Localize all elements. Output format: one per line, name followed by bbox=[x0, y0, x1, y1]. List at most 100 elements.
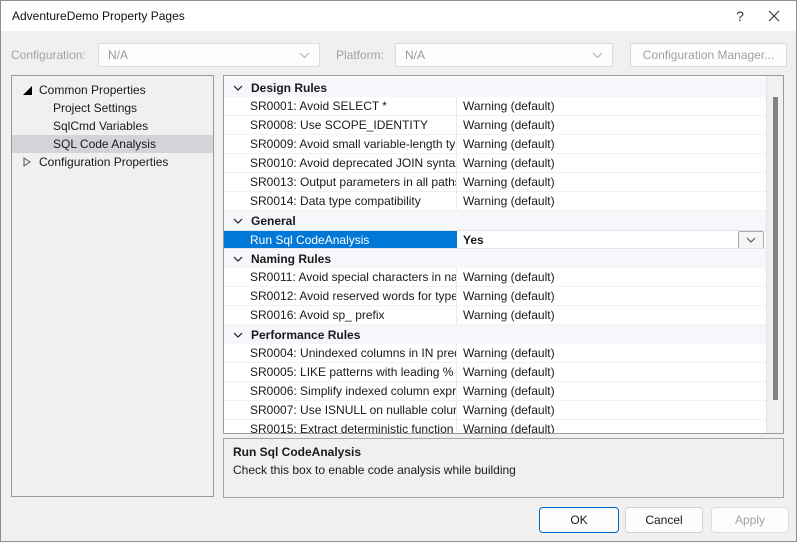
tree-collapsed-icon[interactable] bbox=[21, 156, 33, 168]
configuration-select[interactable]: N/A bbox=[98, 43, 320, 67]
property-value: Yes bbox=[457, 231, 767, 248]
property-row-sr0015-extract-deterministic-function-ca[interactable]: SR0015: Extract deterministic function c… bbox=[224, 420, 767, 434]
cancel-button-label: Cancel bbox=[645, 513, 682, 527]
property-name: SR0004: Unindexed columns in IN predic bbox=[224, 344, 457, 362]
property-grid: Design RulesSR0001: Avoid SELECT * Warnin… bbox=[223, 75, 784, 434]
ok-button[interactable]: OK bbox=[539, 507, 619, 533]
property-value-text: Warning (default) bbox=[463, 194, 555, 208]
ok-button-label: OK bbox=[570, 513, 587, 527]
tree-item-common-properties[interactable]: Common Properties bbox=[12, 81, 213, 99]
property-value: Warning (default) bbox=[457, 363, 767, 381]
platform-select[interactable]: N/A bbox=[395, 43, 613, 67]
property-row-sr0001-avoid-select[interactable]: SR0001: Avoid SELECT * Warning (default) bbox=[224, 97, 767, 116]
property-name: SR0009: Avoid small variable-length typ bbox=[224, 135, 457, 153]
property-value: Warning (default) bbox=[457, 192, 767, 210]
configuration-label: Configuration: bbox=[11, 48, 86, 62]
chevron-down-icon bbox=[299, 52, 310, 59]
property-value-text: Warning (default) bbox=[463, 175, 555, 189]
property-value-text: Warning (default) bbox=[463, 365, 555, 379]
property-value-text: Warning (default) bbox=[463, 99, 555, 113]
property-value-text: Warning (default) bbox=[463, 422, 555, 434]
property-pages-dialog: AdventureDemo Property Pages ? Configura… bbox=[0, 0, 797, 542]
window-title: AdventureDemo Property Pages bbox=[12, 9, 185, 23]
chevron-down-icon bbox=[746, 237, 756, 243]
chevron-down-icon[interactable] bbox=[232, 256, 244, 262]
configuration-value: N/A bbox=[108, 48, 128, 62]
titlebar: AdventureDemo Property Pages ? bbox=[1, 1, 796, 31]
property-value-text: Warning (default) bbox=[463, 270, 555, 284]
property-name: Run Sql CodeAnalysis bbox=[224, 231, 457, 248]
property-value: Warning (default) bbox=[457, 97, 767, 115]
property-name: SR0006: Simplify indexed column expres bbox=[224, 382, 457, 400]
chevron-down-icon[interactable] bbox=[232, 85, 244, 91]
tree-item-project-settings[interactable]: Project Settings bbox=[12, 99, 213, 117]
property-row-sr0004-unindexed-columns-in-in-predic[interactable]: SR0004: Unindexed columns in IN predic Wa… bbox=[224, 344, 767, 363]
property-name: SR0008: Use SCOPE_IDENTITY bbox=[224, 116, 457, 134]
tree-item-label: Configuration Properties bbox=[39, 155, 168, 169]
property-value: Warning (default) bbox=[457, 420, 767, 434]
value-dropdown-button[interactable] bbox=[738, 231, 764, 248]
category-tree: Common Properties Project Settings SqlCmd … bbox=[11, 75, 214, 497]
property-row-sr0012-avoid-reserved-words-for-type-n[interactable]: SR0012: Avoid reserved words for type n W… bbox=[224, 287, 767, 306]
property-row-sr0005-like-patterns-with-leading[interactable]: SR0005: LIKE patterns with leading % Warn… bbox=[224, 363, 767, 382]
property-value-text: Warning (default) bbox=[463, 308, 555, 322]
tree-item-label: Project Settings bbox=[53, 101, 137, 115]
property-value: Warning (default) bbox=[457, 173, 767, 191]
group-header-label: Naming Rules bbox=[251, 252, 331, 266]
apply-button[interactable]: Apply bbox=[711, 507, 789, 533]
property-name: SR0005: LIKE patterns with leading % bbox=[224, 363, 457, 381]
group-header-label: Performance Rules bbox=[251, 328, 360, 342]
property-row-sr0013-output-parameters-in-all-paths[interactable]: SR0013: Output parameters in all paths Wa… bbox=[224, 173, 767, 192]
property-row-sr0010-avoid-deprecated-join-syntax[interactable]: SR0010: Avoid deprecated JOIN syntaxWarn… bbox=[224, 154, 767, 173]
property-row-sr0011-avoid-special-characters-in-nam[interactable]: SR0011: Avoid special characters in nam W… bbox=[224, 268, 767, 287]
close-button[interactable] bbox=[758, 4, 790, 28]
grid-scrollbar[interactable] bbox=[766, 76, 783, 433]
property-name: SR0016: Avoid sp_ prefix bbox=[224, 306, 457, 324]
property-value: Warning (default) bbox=[457, 268, 767, 286]
group-header-label: General bbox=[251, 214, 296, 228]
property-value-text: Warning (default) bbox=[463, 137, 555, 151]
chevron-down-icon[interactable] bbox=[232, 218, 244, 224]
property-value: Warning (default) bbox=[457, 401, 767, 419]
tree-item-configuration-properties[interactable]: Configuration Properties bbox=[12, 153, 213, 171]
group-header-general[interactable]: General bbox=[224, 211, 767, 230]
property-row-sr0006-simplify-indexed-column-expres[interactable]: SR0006: Simplify indexed column expresWa… bbox=[224, 382, 767, 401]
property-value-text: Warning (default) bbox=[463, 289, 555, 303]
tree-item-sqlcmd-variables[interactable]: SqlCmd Variables bbox=[12, 117, 213, 135]
configuration-manager-button[interactable]: Configuration Manager... bbox=[630, 43, 787, 67]
property-row-sr0007-use-isnull-on-nullable-column[interactable]: SR0007: Use ISNULL on nullable columnWar… bbox=[224, 401, 767, 420]
property-value-text: Warning (default) bbox=[463, 346, 555, 360]
cancel-button[interactable]: Cancel bbox=[625, 507, 703, 533]
property-value: Warning (default) bbox=[457, 344, 767, 362]
property-row-run-sql-codeanalysis[interactable]: Run Sql CodeAnalysis Yes bbox=[224, 230, 767, 249]
description-title: Run Sql CodeAnalysis bbox=[233, 445, 774, 459]
tree-expanded-icon[interactable] bbox=[21, 84, 33, 96]
property-value: Warning (default) bbox=[457, 116, 767, 134]
property-name: SR0010: Avoid deprecated JOIN syntax bbox=[224, 154, 457, 172]
property-row-sr0008-use-scope-identity[interactable]: SR0008: Use SCOPE_IDENTITY Warning (defau… bbox=[224, 116, 767, 135]
property-value: Warning (default) bbox=[457, 154, 767, 172]
description-text: Check this box to enable code analysis w… bbox=[233, 463, 774, 477]
group-header-design-rules[interactable]: Design Rules bbox=[224, 78, 767, 97]
property-name: SR0013: Output parameters in all paths bbox=[224, 173, 457, 191]
property-name: SR0012: Avoid reserved words for type n bbox=[224, 287, 457, 305]
property-value: Warning (default) bbox=[457, 306, 767, 324]
property-value-text: Warning (default) bbox=[463, 118, 555, 132]
group-header-naming-rules[interactable]: Naming Rules bbox=[224, 249, 767, 268]
property-value-text: Yes bbox=[463, 233, 484, 247]
chevron-down-icon[interactable] bbox=[232, 332, 244, 338]
grid-scrollbar-thumb[interactable] bbox=[773, 97, 778, 400]
group-header-performance-rules[interactable]: Performance Rules bbox=[224, 325, 767, 344]
property-row-sr0009-avoid-small-variable-length-typ[interactable]: SR0009: Avoid small variable-length typ W… bbox=[224, 135, 767, 154]
property-value: Warning (default) bbox=[457, 135, 767, 153]
property-row-sr0014-data-type-compatibility[interactable]: SR0014: Data type compatibilityWarning (… bbox=[224, 192, 767, 211]
property-row-sr0016-avoid-sp-prefix[interactable]: SR0016: Avoid sp_ prefix Warning (default… bbox=[224, 306, 767, 325]
description-panel: Run Sql CodeAnalysis Check this box to e… bbox=[223, 438, 784, 498]
chevron-down-icon bbox=[592, 52, 603, 59]
property-name: SR0001: Avoid SELECT * bbox=[224, 97, 457, 115]
property-name: SR0011: Avoid special characters in nam bbox=[224, 268, 457, 286]
configuration-manager-label: Configuration Manager... bbox=[643, 48, 774, 62]
help-button[interactable]: ? bbox=[724, 4, 756, 28]
tree-item-label: SqlCmd Variables bbox=[53, 119, 148, 133]
tree-item-sql-code-analysis[interactable]: SQL Code Analysis bbox=[12, 135, 213, 153]
